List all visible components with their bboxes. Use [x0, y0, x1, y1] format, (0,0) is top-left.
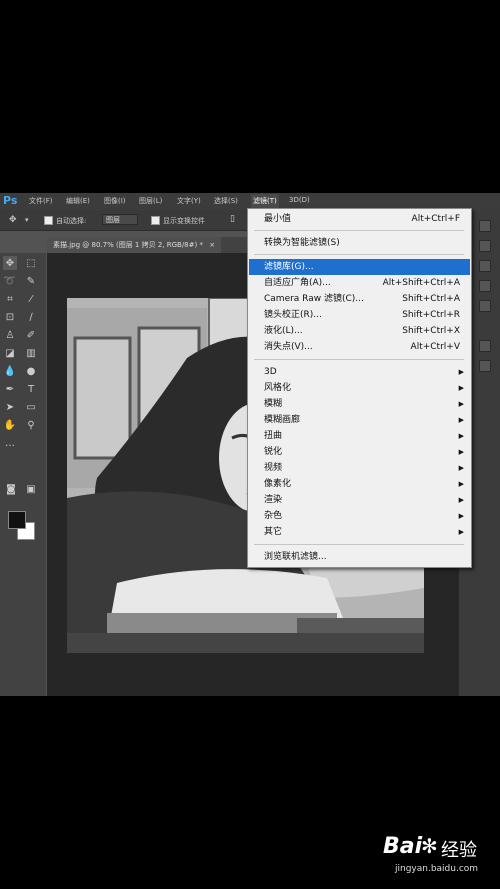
menu-layer[interactable]: 图层(L) — [139, 196, 162, 206]
menu-item-filter-gallery[interactable]: 滤镜库(G)... — [249, 259, 470, 275]
panel-toggle-icon[interactable] — [479, 220, 491, 232]
menu-item-browse-online-filters[interactable]: 浏览联机滤镜... — [249, 549, 470, 565]
menu-item-blur[interactable]: 模糊 ▶ — [249, 396, 470, 412]
auto-select-checkbox[interactable] — [44, 216, 53, 225]
dodge-tool-icon[interactable]: ● — [24, 364, 38, 378]
align-icon[interactable]: ▯ — [230, 214, 235, 224]
menu-item-last-filter[interactable]: 最小值 Alt+Ctrl+F — [249, 211, 470, 227]
menu-image[interactable]: 图像(I) — [104, 196, 126, 206]
history-brush-icon[interactable]: ✐ — [24, 328, 38, 342]
eraser-tool-icon[interactable]: ◪ — [3, 346, 17, 360]
tool-preset-chevron-icon[interactable]: ▾ — [25, 216, 29, 224]
menu-item-sharpen[interactable]: 锐化 ▶ — [249, 444, 470, 460]
rectangle-tool-icon[interactable]: ▭ — [24, 400, 38, 414]
crop-tool-icon[interactable]: ⌗ — [3, 292, 17, 306]
menu-item-other[interactable]: 其它 ▶ — [249, 524, 470, 540]
zoom-tool-icon[interactable]: ⚲ — [24, 418, 38, 432]
submenu-arrow-icon: ▶ — [458, 448, 464, 456]
menu-item-camera-raw[interactable]: Camera Raw 滤镜(C)... Shift+Ctrl+A — [249, 291, 470, 307]
menu-item-distort[interactable]: 扭曲 ▶ — [249, 428, 470, 444]
watermark-brand-left: Bai — [383, 834, 423, 859]
menu-filter[interactable]: 滤镜(T) — [251, 194, 279, 209]
menu-item-noise[interactable]: 杂色 ▶ — [249, 508, 470, 524]
brush-tool-icon[interactable]: ∕ — [24, 310, 38, 324]
move-tool-icon[interactable]: ✥ — [3, 256, 17, 270]
filter-menu-dropdown: 最小值 Alt+Ctrl+F 转换为智能滤镜(S) 滤镜库(G)... 自适应广… — [247, 208, 472, 568]
submenu-arrow-icon: ▶ — [458, 496, 464, 504]
submenu-arrow-icon: ▶ — [458, 368, 464, 376]
menu-item-render[interactable]: 渲染 ▶ — [249, 492, 470, 508]
panel-toggle-icon[interactable] — [479, 240, 491, 252]
blur-tool-icon[interactable]: 💧 — [3, 364, 17, 378]
menu-item-liquify[interactable]: 液化(L)... Shift+Ctrl+X — [249, 323, 470, 339]
menu-divider — [254, 359, 464, 360]
menu-divider — [254, 230, 464, 231]
document-tab-bar: 素描.jpg @ 80.7% (图层 1 拷贝 2, RGB/8#) * × — [47, 237, 247, 253]
submenu-arrow-icon: ▶ — [458, 512, 464, 520]
panel-toggle-icon[interactable] — [479, 260, 491, 272]
submenu-arrow-icon: ▶ — [458, 432, 464, 440]
menu-type[interactable]: 文字(Y) — [177, 196, 201, 206]
more-tools-icon[interactable]: … — [3, 436, 17, 450]
paw-icon: ✻ — [421, 834, 438, 858]
pen-tool-icon[interactable]: ✒ — [3, 382, 17, 396]
submenu-arrow-icon: ▶ — [458, 464, 464, 472]
panel-toggle-icon[interactable] — [479, 280, 491, 292]
eyedropper-tool-icon[interactable]: ⁄ — [24, 292, 38, 306]
menu-3d[interactable]: 3D(D) — [289, 196, 310, 204]
panel-toggle-icon[interactable] — [479, 340, 491, 352]
hand-tool-icon[interactable]: ✋ — [3, 418, 17, 432]
menu-divider — [254, 544, 464, 545]
text-tool-icon[interactable]: T — [24, 382, 38, 396]
panel-toggle-icon[interactable] — [479, 360, 491, 372]
auto-select-dropdown[interactable]: 图层 — [102, 214, 138, 225]
auto-select-label: 自动选择: — [56, 217, 87, 225]
watermark-url: jingyan.baidu.com — [395, 864, 479, 874]
watermark-brand-right: 经验 — [441, 840, 477, 861]
submenu-arrow-icon: ▶ — [458, 528, 464, 536]
menu-divider — [254, 254, 464, 255]
document-tab[interactable]: 素描.jpg @ 80.7% (图层 1 拷贝 2, RGB/8#) * × — [47, 237, 222, 253]
close-tab-icon[interactable]: × — [209, 241, 215, 249]
marquee-tool-icon[interactable]: ⬚ — [24, 256, 38, 270]
menu-item-blur-gallery[interactable]: 模糊画廊 ▶ — [249, 412, 470, 428]
baidu-jingyan-watermark: Bai ✻ 经验 jingyan.baidu.com — [383, 834, 498, 886]
submenu-arrow-icon: ▶ — [458, 400, 464, 408]
submenu-arrow-icon: ▶ — [458, 384, 464, 392]
panel-toggle-icon[interactable] — [479, 300, 491, 312]
lasso-tool-icon[interactable]: ➰ — [3, 274, 17, 288]
ps-logo: Ps — [3, 194, 18, 207]
menu-item-pixelate[interactable]: 像素化 ▶ — [249, 476, 470, 492]
menu-select[interactable]: 选择(S) — [214, 196, 238, 206]
path-select-icon[interactable]: ➤ — [3, 400, 17, 414]
foreground-color-swatch[interactable] — [8, 511, 26, 529]
show-transform-label: 显示变换控件 — [163, 217, 205, 225]
menu-item-lens-correction[interactable]: 镜头校正(R)... Shift+Ctrl+R — [249, 307, 470, 323]
menu-file[interactable]: 文件(F) — [29, 196, 53, 206]
show-transform-checkbox[interactable] — [151, 216, 160, 225]
menu-item-adaptive-wide-angle[interactable]: 自适应广角(A)... Alt+Shift+Ctrl+A — [249, 275, 470, 291]
gradient-tool-icon[interactable]: ▥ — [24, 346, 38, 360]
submenu-arrow-icon: ▶ — [458, 480, 464, 488]
clone-stamp-icon[interactable]: ♙ — [3, 328, 17, 342]
toolbox: ✥ ⬚ ➰ ✎ ⌗ ⁄ ⊡ ∕ ♙ ✐ ◪ ▥ 💧 ● ✒ T ➤ ▭ ✋ ⚲ … — [0, 253, 46, 696]
quick-mask-icon[interactable]: ◙ — [4, 482, 18, 496]
quick-select-tool-icon[interactable]: ✎ — [24, 274, 38, 288]
menu-item-3d[interactable]: 3D ▶ — [249, 364, 470, 380]
menu-item-stylize[interactable]: 风格化 ▶ — [249, 380, 470, 396]
menu-item-convert-smart-filter[interactable]: 转换为智能滤镜(S) — [249, 235, 470, 251]
menu-edit[interactable]: 编辑(E) — [66, 196, 90, 206]
healing-brush-icon[interactable]: ⊡ — [3, 310, 17, 324]
screen-mode-icon[interactable]: ▣ — [24, 482, 38, 496]
menu-item-vanishing-point[interactable]: 消失点(V)... Alt+Ctrl+V — [249, 339, 470, 355]
document-tab-label: 素描.jpg @ 80.7% (图层 1 拷贝 2, RGB/8#) * — [53, 241, 203, 249]
move-tool-icon[interactable]: ✥ — [9, 215, 17, 225]
submenu-arrow-icon: ▶ — [458, 416, 464, 424]
menu-item-video[interactable]: 视频 ▶ — [249, 460, 470, 476]
